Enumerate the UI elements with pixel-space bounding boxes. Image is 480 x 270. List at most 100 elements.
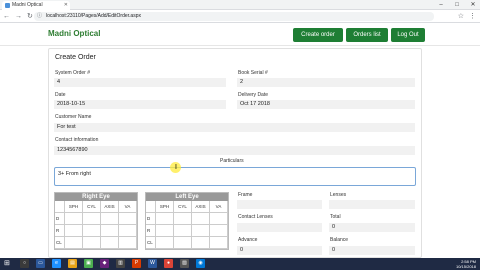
customer-name-field[interactable]: For test <box>54 123 415 132</box>
store-icon[interactable]: ▣ <box>84 259 93 268</box>
delivery-date-field[interactable]: Oct 17 2018 <box>237 100 415 109</box>
windows-start-icon[interactable]: ⊞ <box>4 260 10 268</box>
search-icon[interactable]: ○ <box>20 259 29 268</box>
browser-tab-strip: Madni Optical ✕ – □ ✕ <box>0 0 480 10</box>
close-window-icon[interactable]: ✕ <box>468 0 478 10</box>
date-label: Date <box>55 92 66 98</box>
left-eye-table: Left Eye SPH CYL AXIS VA D R CL <box>145 192 229 250</box>
app-icon[interactable]: ◉ <box>196 259 205 268</box>
eye-input-cell[interactable] <box>83 225 101 237</box>
word-icon[interactable]: W <box>148 259 157 268</box>
col-header: CYL <box>83 201 101 213</box>
col-header: AXIS <box>101 201 119 213</box>
app-icon[interactable]: ▥ <box>116 259 125 268</box>
close-tab-icon[interactable]: ✕ <box>64 1 68 10</box>
particulars-textarea[interactable]: 3+ From right <box>54 167 416 186</box>
task-view-icon[interactable]: ▭ <box>36 259 45 268</box>
corner-cell <box>146 201 156 213</box>
url-text: localhost:23110/Pages/Add/EditOrder.aspx <box>46 13 141 19</box>
eye-input-cell[interactable] <box>83 237 101 249</box>
brand-logo-text[interactable]: Madni Optical <box>48 29 100 38</box>
frame-field[interactable] <box>237 200 322 209</box>
eye-input-cell[interactable] <box>192 237 210 249</box>
eye-input-cell[interactable] <box>156 225 174 237</box>
url-input[interactable]: ⓘ localhost:23110/Pages/Add/EditOrder.as… <box>34 12 434 21</box>
app-icon[interactable]: ▧ <box>180 259 189 268</box>
eye-input-cell[interactable] <box>156 213 174 225</box>
eye-input-cell[interactable] <box>119 213 137 225</box>
left-eye-grid: SPH CYL AXIS VA D R CL <box>146 201 228 249</box>
lenses-field[interactable] <box>329 200 415 209</box>
log-out-button[interactable]: Log Out <box>391 28 425 42</box>
eye-input-cell[interactable] <box>210 213 228 225</box>
minimize-icon[interactable]: – <box>436 0 446 10</box>
eye-input-cell[interactable] <box>174 225 192 237</box>
window-controls: – □ ✕ <box>436 0 478 10</box>
eye-input-cell[interactable] <box>174 213 192 225</box>
powerpoint-icon[interactable]: P <box>132 259 141 268</box>
eye-input-cell[interactable] <box>210 225 228 237</box>
row-label: R <box>146 225 156 237</box>
eye-input-cell[interactable] <box>101 237 119 249</box>
row-label: D <box>146 213 156 225</box>
advance-label: Advance <box>238 237 258 243</box>
balance-field[interactable]: 0 <box>329 246 415 255</box>
eye-input-cell[interactable] <box>65 225 83 237</box>
reload-icon[interactable]: ↻ <box>27 12 33 21</box>
back-icon[interactable]: ← <box>3 12 10 21</box>
lenses-label: Lenses <box>330 192 347 198</box>
book-serial-label: Book Serial # <box>238 70 268 76</box>
system-order-field[interactable]: 4 <box>54 78 226 87</box>
row-label: R <box>55 225 65 237</box>
eye-input-cell[interactable] <box>65 237 83 249</box>
row-label: CL <box>146 237 156 249</box>
eye-input-cell[interactable] <box>119 237 137 249</box>
app-navbar: Madni Optical Create order Orders list L… <box>0 24 480 46</box>
eye-input-cell[interactable] <box>210 237 228 249</box>
contact-label: Contact information <box>55 137 99 143</box>
contact-lenses-field[interactable] <box>237 223 322 232</box>
particulars-label: Particulars <box>220 158 244 164</box>
maximize-icon[interactable]: □ <box>452 0 462 10</box>
eye-input-cell[interactable] <box>119 225 137 237</box>
right-eye-table: Right Eye SPH CYL AXIS VA D R CL <box>54 192 138 250</box>
frame-label: Frame <box>238 192 253 198</box>
col-header: CYL <box>174 201 192 213</box>
create-order-button[interactable]: Create order <box>293 28 343 42</box>
eye-input-cell[interactable] <box>83 213 101 225</box>
eye-input-cell[interactable] <box>101 213 119 225</box>
text-cursor-icon: I <box>175 164 177 171</box>
row-label: CL <box>55 237 65 249</box>
file-explorer-icon[interactable]: ▤ <box>68 259 77 268</box>
edge-icon[interactable]: e <box>52 259 61 268</box>
total-field[interactable]: 0 <box>329 223 415 232</box>
chrome-icon[interactable]: ● <box>164 259 173 268</box>
advance-field[interactable]: 0 <box>237 246 322 255</box>
col-header: SPH <box>156 201 174 213</box>
orders-list-button[interactable]: Orders list <box>346 28 388 42</box>
eye-input-cell[interactable] <box>174 237 192 249</box>
forward-icon[interactable]: → <box>15 12 22 21</box>
book-serial-field[interactable]: 2 <box>237 78 415 87</box>
browser-tab[interactable]: Madni Optical ✕ <box>2 1 70 10</box>
eye-input-cell[interactable] <box>192 213 210 225</box>
contact-field[interactable]: 1234567890 <box>54 146 415 155</box>
taskbar-apps: ○ ▭ e ▤ ▣ ◆ ▥ P W ● ▧ ◉ <box>20 259 205 268</box>
left-eye-title: Left Eye <box>146 193 228 201</box>
delivery-date-label: Delivery Date <box>238 92 269 98</box>
info-icon[interactable]: ⓘ <box>37 12 42 21</box>
corner-cell <box>55 201 65 213</box>
visual-studio-icon[interactable]: ◆ <box>100 259 109 268</box>
date-field[interactable]: 2018-10-15 <box>54 100 226 109</box>
page-title: Create Order <box>55 54 96 61</box>
eye-input-cell[interactable] <box>156 237 174 249</box>
menu-icon[interactable]: ⋮ <box>469 12 476 21</box>
star-icon[interactable]: ☆ <box>458 12 464 21</box>
col-header: AXIS <box>192 201 210 213</box>
eye-input-cell[interactable] <box>101 225 119 237</box>
balance-label: Balance <box>330 237 349 243</box>
eye-input-cell[interactable] <box>192 225 210 237</box>
taskbar: ⊞ ○ ▭ e ▤ ▣ ◆ ▥ P W ● ▧ ◉ 2:58 PM 10/15/… <box>0 258 480 270</box>
system-tray[interactable]: 2:58 PM 10/15/2018 <box>456 259 476 269</box>
eye-input-cell[interactable] <box>65 213 83 225</box>
